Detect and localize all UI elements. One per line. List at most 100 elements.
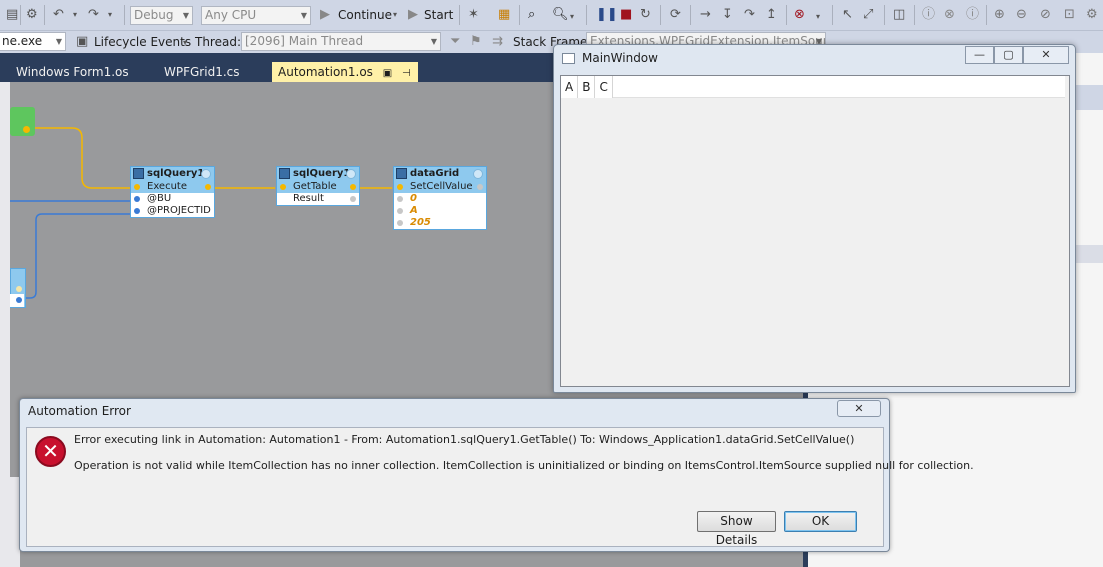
node-row-bu[interactable]: @BU (131, 193, 214, 205)
tab-wpfgrid1[interactable]: WPFGrid1.cs (158, 62, 246, 82)
continue-button[interactable]: Continue (338, 6, 392, 24)
pause-icon[interactable]: ❚❚ (596, 6, 618, 24)
zoom-in-icon[interactable]: ⊕ (994, 6, 1005, 24)
node-row-param[interactable]: 0 (394, 193, 486, 205)
step-over-icon[interactable]: ↷ (744, 6, 755, 24)
input-port[interactable] (280, 184, 286, 190)
data-grid[interactable]: A B C (560, 75, 1070, 387)
column-header-b[interactable]: B (578, 76, 596, 98)
search-dropdown-icon[interactable]: ▾ (570, 8, 574, 26)
node-row-result[interactable]: Result (277, 193, 359, 205)
filter-icon[interactable]: ⏷ (450, 33, 460, 51)
node-row-setcellvalue[interactable]: SetCellValue (394, 181, 486, 193)
restart-icon[interactable]: ↻ (640, 6, 651, 24)
node-row-param[interactable]: A (394, 205, 486, 217)
output-port[interactable] (477, 184, 483, 190)
redo-dropdown-icon[interactable]: ▾ (108, 6, 112, 24)
continue-dropdown-icon[interactable]: ▾ (393, 6, 397, 24)
step-into-icon[interactable]: ↧ (722, 6, 733, 24)
collapse-icon[interactable] (201, 169, 211, 179)
automation-error-dialog[interactable]: Automation Error ✕ ✕ Error executing lin… (19, 398, 974, 552)
row-label: SetCellValue (410, 181, 473, 192)
input-port[interactable] (397, 220, 403, 226)
collapse-icon[interactable] (473, 169, 483, 179)
node-row-gettable[interactable]: GetTable (277, 181, 359, 193)
input-port[interactable] (134, 208, 140, 214)
window-icon[interactable]: ◫ (893, 6, 905, 24)
error-icon: ✕ (35, 436, 66, 467)
start-node[interactable] (10, 107, 35, 136)
show-details-button[interactable]: Show Details (697, 511, 776, 547)
ok-button[interactable]: OK (784, 511, 857, 532)
pointer-icon[interactable]: ↖ (842, 6, 853, 24)
node-header[interactable]: sqlQuery1 (277, 167, 359, 181)
output-port[interactable] (205, 184, 211, 190)
info-icon[interactable]: ⓘ (922, 6, 935, 24)
column-header-c[interactable]: C (595, 76, 613, 98)
maximize-button[interactable]: ▢ (994, 46, 1023, 64)
small-node-port[interactable] (16, 286, 22, 292)
datagrid-node[interactable]: dataGrid SetCellValue 0 A 205 (393, 166, 487, 230)
start-icon: ▶ (408, 7, 418, 22)
step-out-icon[interactable]: ↥ (766, 6, 777, 24)
input-port[interactable] (397, 196, 403, 202)
main-window[interactable]: MainWindow — ▢ ✕ A B C (553, 44, 1076, 393)
node-header[interactable]: sqlQuery1 (131, 167, 214, 181)
minimize-button[interactable]: — (965, 46, 994, 64)
flag-icon[interactable]: ⚑ (470, 33, 482, 51)
start-node-port[interactable] (23, 126, 30, 133)
refresh-icon[interactable]: ⟳ (670, 6, 681, 24)
attach-icon[interactable]: ⚙ (26, 6, 38, 24)
cancel-icon[interactable]: ⊗ (944, 6, 955, 24)
thread-combo[interactable]: [2096] Main Thread ▼ (241, 32, 441, 51)
node-row-projectid[interactable]: @PROJECTID (131, 205, 214, 217)
close-button[interactable]: ✕ (1023, 46, 1069, 64)
undo-icon[interactable]: ↶ (53, 6, 64, 24)
platform-combo[interactable]: Any CPU ▼ (201, 6, 311, 25)
fullscreen-icon[interactable]: ⤢ (863, 6, 873, 24)
config-combo[interactable]: Debug ▼ (130, 6, 193, 25)
zoom-out-icon[interactable]: ⊖ (1016, 6, 1027, 24)
alert-icon[interactable]: ⓘ (966, 6, 979, 24)
zoom-fit-icon[interactable]: ⊘ (1040, 6, 1051, 24)
dialog-close-button[interactable]: ✕ (837, 400, 881, 417)
node-header[interactable]: dataGrid (394, 167, 486, 181)
error-detail: Operation is not valid while ItemCollect… (74, 459, 974, 472)
settings-icon[interactable]: ⚙ (1086, 6, 1098, 24)
process-combo[interactable]: ne.exe ▼ (0, 32, 66, 51)
node-row-param[interactable]: 205 (394, 217, 486, 229)
tab-automation1[interactable]: Automation1.os ▣ ⊣ ✕ (272, 62, 418, 101)
row-label: GetTable (293, 181, 337, 192)
start-button[interactable]: Start (424, 6, 453, 24)
redo-icon[interactable]: ↷ (88, 6, 99, 24)
input-port[interactable] (397, 184, 403, 190)
tab-windows-form1[interactable]: Windows Form1.os (10, 62, 135, 82)
lifecycle-events-button[interactable]: Lifecycle Events (94, 33, 191, 51)
magic-icon[interactable]: ✶ (468, 6, 479, 24)
step-next-icon[interactable]: → (700, 6, 711, 24)
breakpoints-dropdown-icon[interactable]: ▾ (816, 8, 820, 26)
input-port[interactable] (134, 184, 140, 190)
input-port[interactable] (397, 208, 403, 214)
binoculars-icon[interactable]: ⌕ (528, 6, 535, 24)
sqlquery-node-2[interactable]: sqlQuery1 GetTable Result (276, 166, 360, 206)
breakpoints-icon[interactable]: ⊗ (794, 6, 805, 24)
column-header-a[interactable]: A (561, 76, 579, 98)
pin-icon[interactable]: ▣ (383, 68, 392, 79)
stop-icon[interactable]: ■ (620, 6, 632, 24)
attach-process-icon[interactable]: ▦ (498, 6, 510, 24)
input-port[interactable] (134, 196, 140, 202)
zoom-reset-icon[interactable]: ⊡ (1064, 6, 1075, 24)
output-port[interactable] (350, 184, 356, 190)
collapse-icon[interactable] (346, 169, 356, 179)
lifecycle-dropdown-icon[interactable]: ▾ (183, 34, 187, 52)
search-icon[interactable]: 🔍︎ (552, 6, 569, 24)
sqlquery-node-1[interactable]: sqlQuery1 Execute @BU @PROJECTID (130, 166, 215, 218)
undo-dropdown-icon[interactable]: ▾ (73, 6, 77, 24)
dock-icon[interactable]: ⊣ (402, 68, 411, 79)
output-port[interactable] (350, 196, 356, 202)
toolbar-icon[interactable]: ▤ (6, 6, 18, 24)
node-row-execute[interactable]: Execute (131, 181, 214, 193)
small-node-port[interactable] (16, 297, 22, 303)
split-icon[interactable]: ⇉ (492, 33, 503, 51)
